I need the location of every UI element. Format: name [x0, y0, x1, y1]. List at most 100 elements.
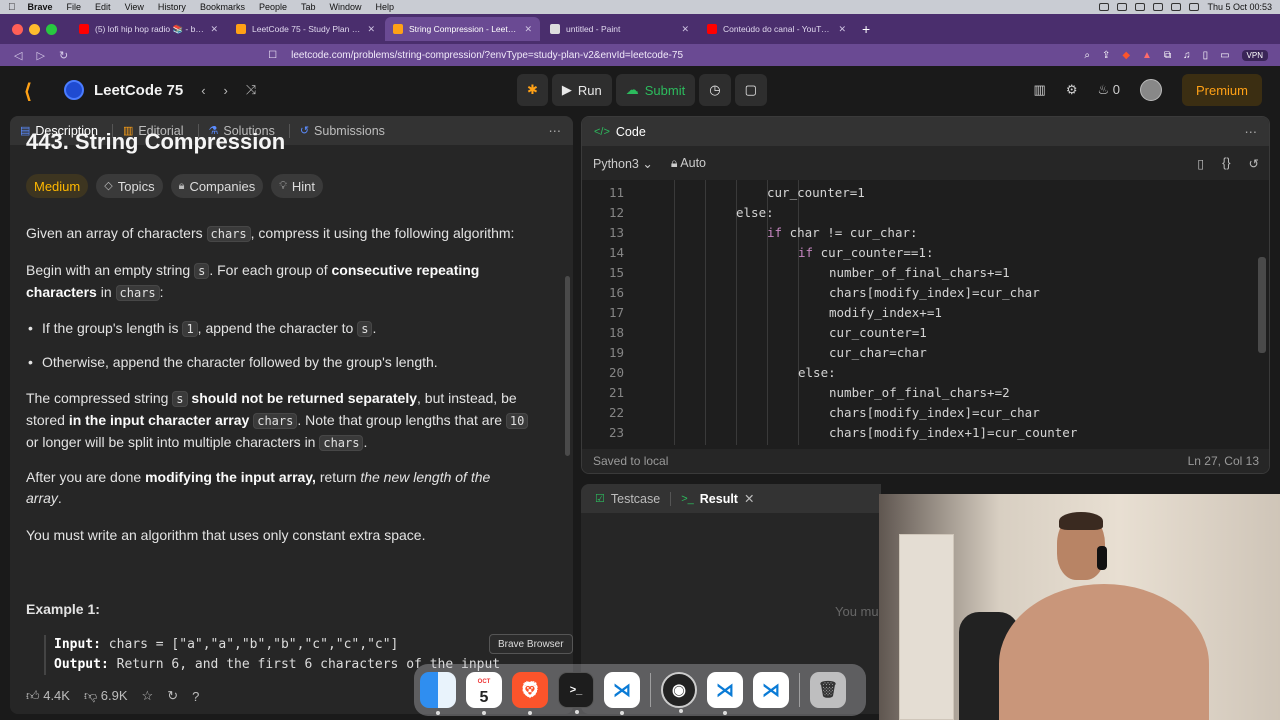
code-lines[interactable]: 11 cur_counter=1 12 else: 13 if char != cur_c… [582, 180, 1269, 445]
menu-item-view[interactable]: View [125, 2, 144, 12]
close-tab-icon[interactable]: ✕ [681, 24, 689, 35]
hint-chip[interactable]: 💡︎ Hint [271, 174, 324, 198]
share-icon[interactable]: ↻ [167, 688, 178, 704]
finder-icon[interactable] [420, 672, 456, 715]
menu-item-people[interactable]: People [259, 2, 287, 12]
code-line[interactable]: 13 if char != cur_char: [582, 223, 1269, 243]
tab-submissions[interactable]: ↺ Submissions [300, 124, 385, 138]
more-options-icon[interactable]: ⋯ [1245, 124, 1258, 139]
bookmark-icon[interactable]: ☐ [268, 50, 277, 61]
back-icon[interactable]: ◁ [14, 49, 22, 62]
streak-counter[interactable]: ♨ 0 [1097, 82, 1120, 98]
close-icon[interactable]: ✕ [744, 491, 754, 506]
menu-item-history[interactable]: History [158, 2, 186, 12]
more-options-icon[interactable]: ⋯ [549, 123, 562, 138]
menu-item-tab[interactable]: Tab [301, 2, 316, 12]
settings-gear-icon[interactable]: ⚙ [1066, 82, 1078, 98]
close-tab-icon[interactable]: ✕ [838, 24, 846, 35]
layout-icon[interactable]: ▥ [1034, 82, 1046, 98]
brave-browser-icon[interactable]: 🦁︎ [512, 672, 548, 715]
timer-button[interactable]: ◷ [699, 74, 731, 106]
submit-button[interactable]: ☁ Submit [615, 74, 696, 106]
calendar-icon[interactable]: OCT 5 [466, 672, 502, 715]
reset-icon[interactable]: ↺ [1249, 156, 1259, 171]
format-braces-icon[interactable]: {} [1222, 156, 1230, 171]
language-select[interactable]: Python3 ⌄ [593, 156, 653, 171]
leetcode-logo-icon[interactable]: ⟨ [24, 79, 42, 103]
code-line[interactable]: 15 number_of_final_chars+=1 [582, 263, 1269, 283]
close-window-button[interactable] [12, 23, 23, 35]
close-tab-icon[interactable]: ✕ [210, 24, 218, 35]
terminal-icon[interactable]: >_ [558, 672, 594, 714]
brave-shields-icon[interactable]: ◆ [1122, 50, 1130, 61]
new-tab-button[interactable]: + [862, 21, 870, 37]
menu-item-window[interactable]: Window [330, 2, 362, 12]
zoom-icon[interactable]: ⌕ [1084, 50, 1090, 61]
obs-icon[interactable]: ◉ [661, 672, 697, 713]
sidebar-icon[interactable]: ▯ [1203, 50, 1209, 61]
search-icon[interactable] [1189, 3, 1200, 11]
premium-button[interactable]: Premium [1181, 74, 1262, 106]
tab-result[interactable]: Result [700, 492, 738, 506]
code-line[interactable]: 20 else: [582, 363, 1269, 383]
music-icon[interactable]: ♫ [1183, 50, 1191, 61]
brave-rewards-icon[interactable]: ▲ [1142, 50, 1152, 61]
code-line[interactable]: 11 cur_counter=1 [582, 183, 1269, 203]
menu-item-edit[interactable]: Edit [95, 2, 111, 12]
minimize-window-button[interactable] [29, 23, 40, 35]
close-tab-icon[interactable]: ✕ [367, 24, 375, 35]
menubar-clock[interactable]: Thu 5 Oct 00:53 [1207, 2, 1272, 12]
status-icon[interactable] [1099, 3, 1110, 11]
browser-tab-active[interactable]: String Compression - LeetCode ✕ [385, 17, 540, 41]
code-line[interactable]: 16 chars[modify_index]=cur_char [582, 283, 1269, 303]
auto-toggle[interactable]: 🔒︎ Auto [671, 156, 706, 171]
notes-button[interactable]: ▢ [734, 74, 767, 106]
apple-icon[interactable]:  [8, 2, 16, 13]
study-plan-title[interactable]: LeetCode 75 [94, 82, 183, 99]
bookmark-icon[interactable]: ▯ [1197, 156, 1204, 171]
vscode-icon[interactable]: ⋊ [707, 672, 743, 715]
close-tab-icon[interactable]: ✕ [524, 24, 532, 35]
code-line[interactable]: 17 modify_index+=1 [582, 303, 1269, 323]
browser-tab[interactable]: LeetCode 75 - Study Plan - LeetCo ✕ [228, 17, 383, 41]
debug-button[interactable]: ✱ [517, 74, 548, 106]
status-icon[interactable] [1135, 3, 1146, 11]
code-line[interactable]: 14 if cur_counter==1: [582, 243, 1269, 263]
trash-icon[interactable]: 🗑︎ [810, 672, 846, 708]
browser-tab[interactable]: (5) lofi hip hop radio 📚 - beats ✕ [71, 17, 226, 41]
avatar[interactable] [1139, 79, 1162, 101]
tab-testcase[interactable]: Testcase [611, 492, 660, 506]
description-scrollbar[interactable] [565, 276, 570, 456]
zoom-window-button[interactable] [46, 23, 57, 35]
status-icon[interactable] [1117, 3, 1128, 11]
menu-item-help[interactable]: Help [376, 2, 395, 12]
vscode-icon[interactable]: ⋊ [753, 672, 789, 708]
run-button[interactable]: ▶ Run [551, 74, 612, 106]
browser-tab[interactable]: untitled - Paint ✕ [542, 17, 697, 41]
wallet-icon[interactable]: ▭ [1220, 50, 1229, 61]
code-line[interactable]: 19 cur_char=char [582, 343, 1269, 363]
dislike-button[interactable]: 👎︎ 6.9K [84, 688, 128, 704]
companies-chip[interactable]: 🔒︎ Companies [170, 174, 264, 198]
forward-icon[interactable]: ▷ [36, 49, 44, 62]
menu-item-file[interactable]: File [67, 2, 82, 12]
reload-icon[interactable]: ↻ [59, 49, 68, 62]
code-line[interactable]: 21 number_of_final_chars+=2 [582, 383, 1269, 403]
battery-icon[interactable] [1171, 3, 1182, 11]
menu-item-bookmarks[interactable]: Bookmarks [200, 2, 245, 12]
code-line[interactable]: 22 chars[modify_index]=cur_char [582, 403, 1269, 423]
vpn-button[interactable]: VPN [1241, 49, 1268, 61]
wifi-icon[interactable] [1153, 3, 1164, 11]
extensions-icon[interactable]: ⧉ [1164, 50, 1171, 61]
like-button[interactable]: 👍︎ 4.4K [26, 688, 70, 704]
share-icon[interactable]: ⇪ [1102, 50, 1110, 61]
vscode-icon[interactable]: ⋊ [604, 672, 640, 715]
browser-tab[interactable]: Conteúdo do canal - YouTube Studi ✕ [699, 17, 854, 41]
code-line[interactable]: 23 chars[modify_index+1]=cur_counter [582, 423, 1269, 443]
topics-chip[interactable]: ◇ Topics [96, 174, 163, 198]
star-icon[interactable]: ☆ [142, 688, 154, 704]
prev-problem-icon[interactable]: ‹ [201, 83, 205, 98]
code-line[interactable]: 12 else: [582, 203, 1269, 223]
code-line[interactable]: 18 cur_counter=1 [582, 323, 1269, 343]
menu-app-name[interactable]: Brave [28, 2, 53, 12]
